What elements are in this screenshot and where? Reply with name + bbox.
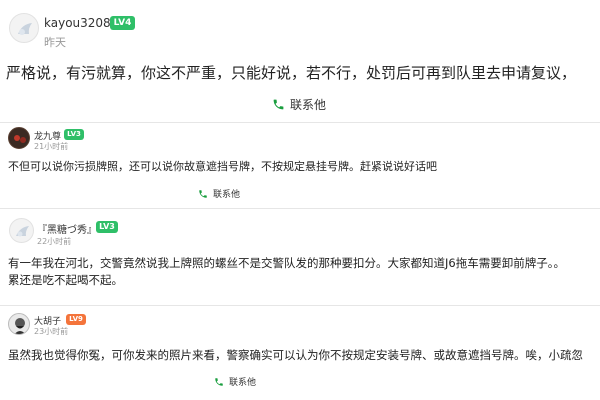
post-time: 22小时前: [37, 237, 72, 246]
level-badge: LV4: [110, 16, 135, 30]
reply-card: 大胡子 LV9 23小时前 虽然我也觉得你冤，可你发来的照片来看，警察确实可以认…: [0, 306, 600, 400]
username[interactable]: 『黑糖づ秀』: [37, 221, 97, 236]
contact-button[interactable]: 联系他: [214, 375, 256, 388]
user-avatar-icon: [14, 135, 26, 143]
content-line: 有一年我在河北，交警竟然说我上牌照的螺丝不是交警队发的那种要扣分。大家都知道J6…: [8, 256, 565, 270]
contact-label: 联系他: [213, 190, 241, 200]
reply-card: 龙九尊 LV3 21小时前 不但可以说你污损牌照，还可以说你故意遮挡号牌，不按规…: [0, 123, 600, 208]
reply-content: 虽然我也觉得你冤，可你发来的照片来看，警察确实可以认为你不按规定安装号牌、或故意…: [8, 347, 583, 363]
contact-button[interactable]: 联系他: [272, 96, 326, 113]
reply-content: 严格说，有污就算，你这不严重，只能好说，若不行，处罚后可再到队里去申请复议，: [6, 63, 576, 83]
content-line: 累还是吃不起喝不起。: [8, 273, 123, 287]
reply-card: kayou3208 LV4 昨天 严格说，有污就算，你这不严重，只能好说，若不行…: [0, 0, 600, 122]
avatar[interactable]: [8, 127, 30, 149]
avatar[interactable]: [8, 313, 30, 335]
contact-label: 联系他: [290, 98, 327, 112]
avatar[interactable]: [9, 218, 34, 243]
username[interactable]: kayou3208: [44, 16, 111, 30]
reply-card: 『黑糖づ秀』 LV3 22小时前 有一年我在河北，交警竟然说我上牌照的螺丝不是交…: [0, 209, 600, 305]
content-line: 不但可以说你污损牌照，还可以说你故意遮挡号牌，不按规定悬挂号牌。赶紧说说好话吧: [8, 160, 437, 173]
post-time: 21小时前: [34, 142, 69, 151]
default-avatar-icon: [16, 226, 29, 237]
phone-icon: [273, 99, 284, 110]
content-line: 虽然我也觉得你冤，可你发来的照片来看，警察确实可以认为你不按规定安装号牌、或故意…: [8, 348, 583, 362]
content-line: 严格说，有污就算，你这不严重，只能好说，若不行，处罚后可再到队里去申请复议，: [6, 64, 577, 82]
default-avatar-icon: [18, 23, 32, 35]
level-badge: LV9: [66, 314, 86, 325]
level-badge: LV3: [64, 129, 84, 140]
post-time: 昨天: [44, 36, 66, 49]
reply-content: 有一年我在河北，交警竟然说我上牌照的螺丝不是交警队发的那种要扣分。大家都知道J6…: [8, 255, 565, 289]
user-avatar-icon: [14, 318, 26, 334]
post-time: 23小时前: [34, 327, 69, 336]
reply-content: 不但可以说你污损牌照，还可以说你故意遮挡号牌，不按规定悬挂号牌。赶紧说说好话吧: [8, 159, 437, 174]
contact-button[interactable]: 联系他: [198, 187, 240, 200]
avatar[interactable]: [9, 13, 39, 43]
phone-icon: [199, 189, 207, 198]
contact-label: 联系他: [229, 378, 257, 388]
level-badge: LV3: [96, 221, 118, 233]
phone-icon: [215, 377, 223, 386]
